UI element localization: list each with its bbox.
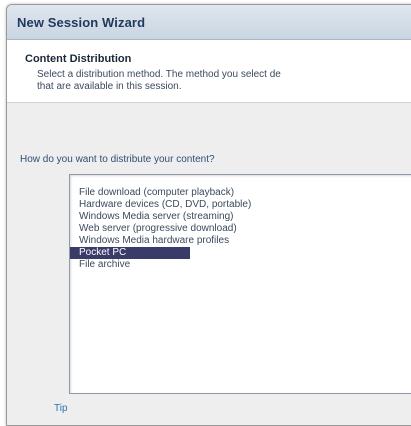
- list-item-windows-media-server[interactable]: Windows Media server (streaming): [70, 211, 411, 223]
- distribution-prompt: How do you want to distribute your conte…: [20, 154, 215, 165]
- list-item-file-archive[interactable]: File archive: [70, 259, 411, 271]
- tip-link[interactable]: Tip: [54, 403, 68, 414]
- page-description: Select a distribution method. The method…: [37, 69, 411, 93]
- list-item-web-server[interactable]: Web server (progressive download): [70, 223, 411, 235]
- list-item-file-download[interactable]: File download (computer playback): [70, 187, 411, 199]
- wizard-header: Content Distribution Select a distributi…: [7, 40, 411, 103]
- page-title: Content Distribution: [25, 53, 132, 65]
- list-item-pocket-pc[interactable]: Pocket PC: [70, 247, 190, 259]
- window-title: New Session Wizard: [17, 15, 146, 30]
- description-line-2: that are available in this session.: [37, 81, 182, 92]
- wizard-window: New Session Wizard Content Distribution …: [6, 4, 411, 426]
- description-line-1: Select a distribution method. The method…: [37, 69, 281, 80]
- distribution-method-list[interactable]: File download (computer playback) Hardwa…: [69, 174, 411, 394]
- list-item-hardware-profiles[interactable]: Windows Media hardware profiles: [70, 235, 411, 247]
- title-bar[interactable]: New Session Wizard: [7, 5, 411, 40]
- list-item-hardware-devices[interactable]: Hardware devices (CD, DVD, portable): [70, 199, 411, 211]
